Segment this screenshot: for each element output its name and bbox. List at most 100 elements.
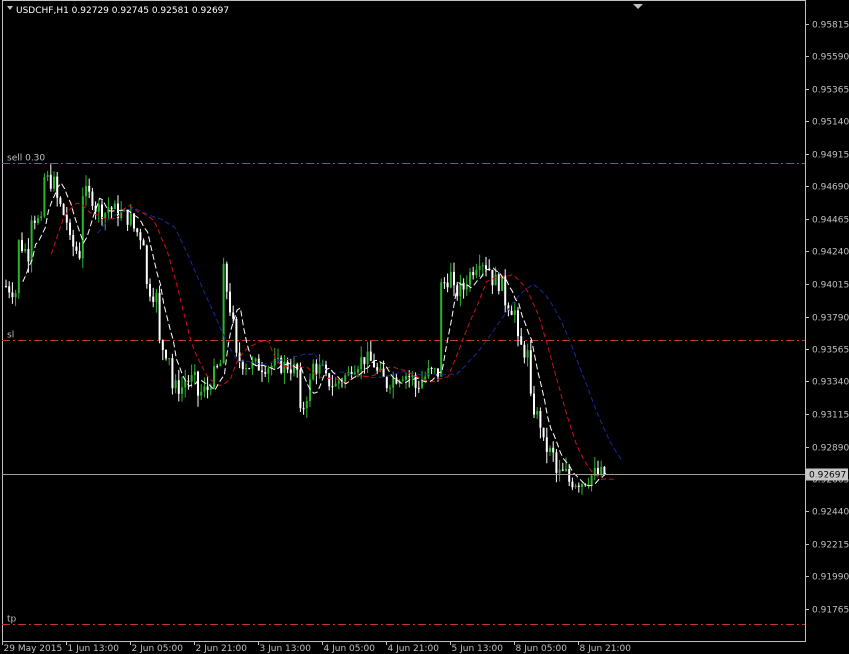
- candle-body: [299, 369, 302, 409]
- candle-body: [65, 214, 68, 223]
- y-tick-label: 0.93790: [812, 314, 849, 324]
- candle-body: [328, 373, 331, 387]
- candle-body: [46, 174, 49, 178]
- candle-body: [481, 265, 484, 267]
- candle-body: [8, 286, 11, 293]
- candle-body: [337, 380, 340, 384]
- candle-body: [165, 349, 167, 359]
- level-label: tp: [7, 615, 17, 625]
- candle-body: [43, 177, 46, 217]
- x-tick-label: 1 Jun 13:00: [68, 644, 120, 654]
- candle-body: [101, 204, 103, 219]
- candle-body: [584, 483, 587, 485]
- candle-body: [184, 380, 187, 388]
- candle-body: [171, 358, 174, 389]
- candle-body: [174, 380, 177, 389]
- candle-body: [312, 363, 315, 380]
- candle-body: [232, 312, 235, 319]
- y-tick-label: 0.92665: [812, 476, 849, 486]
- candle-body: [40, 216, 43, 219]
- y-tick-label: 0.92440: [812, 508, 849, 518]
- candle-body: [254, 358, 257, 362]
- ma-mid-line: [50, 202, 615, 480]
- candle-body: [235, 318, 238, 353]
- ma-slow-line: [97, 208, 623, 462]
- candle-body: [241, 361, 244, 370]
- candle-body: [568, 468, 571, 482]
- candle-body: [27, 249, 30, 262]
- candle-body: [558, 469, 561, 473]
- candle-body: [37, 218, 39, 223]
- candle-body: [286, 361, 289, 370]
- candle-body: [24, 249, 27, 252]
- candle-body: [53, 176, 55, 189]
- y-tick-label: 0.92890: [812, 444, 849, 454]
- candle-body: [14, 293, 17, 298]
- candle-body: [408, 376, 411, 378]
- candle-body: [110, 207, 113, 210]
- candle-body: [222, 263, 225, 364]
- x-tick-label: 4 Jun 05:00: [324, 644, 376, 654]
- chart-shift-marker-icon[interactable]: [633, 4, 643, 9]
- candle-body: [401, 379, 404, 381]
- candle-body: [267, 368, 270, 374]
- candle-body: [59, 197, 62, 205]
- y-tick-label: 0.93340: [812, 378, 849, 388]
- candle-body: [187, 380, 190, 382]
- candle-body: [360, 357, 363, 370]
- candle-body: [273, 358, 276, 366]
- candle-body: [603, 466, 606, 475]
- ma-fast-line: [22, 182, 609, 487]
- y-tick-label: 0.94690: [812, 183, 849, 193]
- candle-body: [88, 185, 91, 192]
- candle-body: [478, 265, 481, 270]
- candle-body: [485, 265, 487, 270]
- candle-body: [129, 213, 132, 225]
- candle-body: [69, 222, 71, 235]
- candle-body: [203, 386, 206, 392]
- candle-body: [197, 371, 199, 396]
- x-tick-label: 2 Jun 05:00: [132, 644, 184, 654]
- y-tick-label: 0.95815: [812, 21, 849, 31]
- candle-body: [33, 220, 36, 223]
- candle-body: [152, 296, 155, 302]
- candle-body: [289, 369, 292, 374]
- candle-body: [440, 282, 443, 377]
- candle-body: [526, 350, 529, 358]
- x-tick-label: 8 Jun 21:00: [580, 644, 632, 654]
- candle-body: [309, 379, 311, 402]
- candle-body: [533, 393, 535, 415]
- candle-body: [142, 240, 145, 246]
- candle-body: [168, 358, 171, 360]
- y-tick-label: 0.94015: [812, 281, 849, 291]
- y-tick-label: 0.94915: [812, 151, 849, 161]
- price-chart: sell 0.30sltp 0.92697 0.958150.955900.95…: [2, 0, 849, 654]
- candle-body: [11, 292, 14, 298]
- y-tick-label: 0.91765: [812, 606, 849, 616]
- candle-body: [523, 344, 526, 358]
- candle-body: [597, 468, 599, 474]
- candle-body: [350, 371, 353, 375]
- candle-body: [449, 271, 452, 288]
- candle-body: [283, 361, 286, 373]
- candle-body: [369, 351, 372, 361]
- candle-body: [536, 411, 539, 415]
- candle-body: [155, 292, 158, 302]
- candle-body: [443, 282, 446, 284]
- candle-body: [433, 368, 436, 370]
- candle-body: [5, 286, 7, 288]
- candle-body: [520, 336, 523, 345]
- candle-body: [395, 377, 398, 384]
- candle-body: [213, 366, 215, 388]
- candle-body: [177, 380, 180, 394]
- candle-body: [590, 475, 593, 485]
- candle-body: [149, 284, 151, 297]
- symbol-menu-icon[interactable]: [7, 6, 13, 10]
- candle-body: [193, 371, 196, 376]
- candle-body: [229, 291, 231, 313]
- x-tick-label: 29 May 2015: [4, 644, 63, 654]
- candle-body: [97, 204, 100, 212]
- candle-body: [427, 367, 430, 377]
- candle-body: [158, 292, 161, 341]
- candle-body: [453, 271, 455, 286]
